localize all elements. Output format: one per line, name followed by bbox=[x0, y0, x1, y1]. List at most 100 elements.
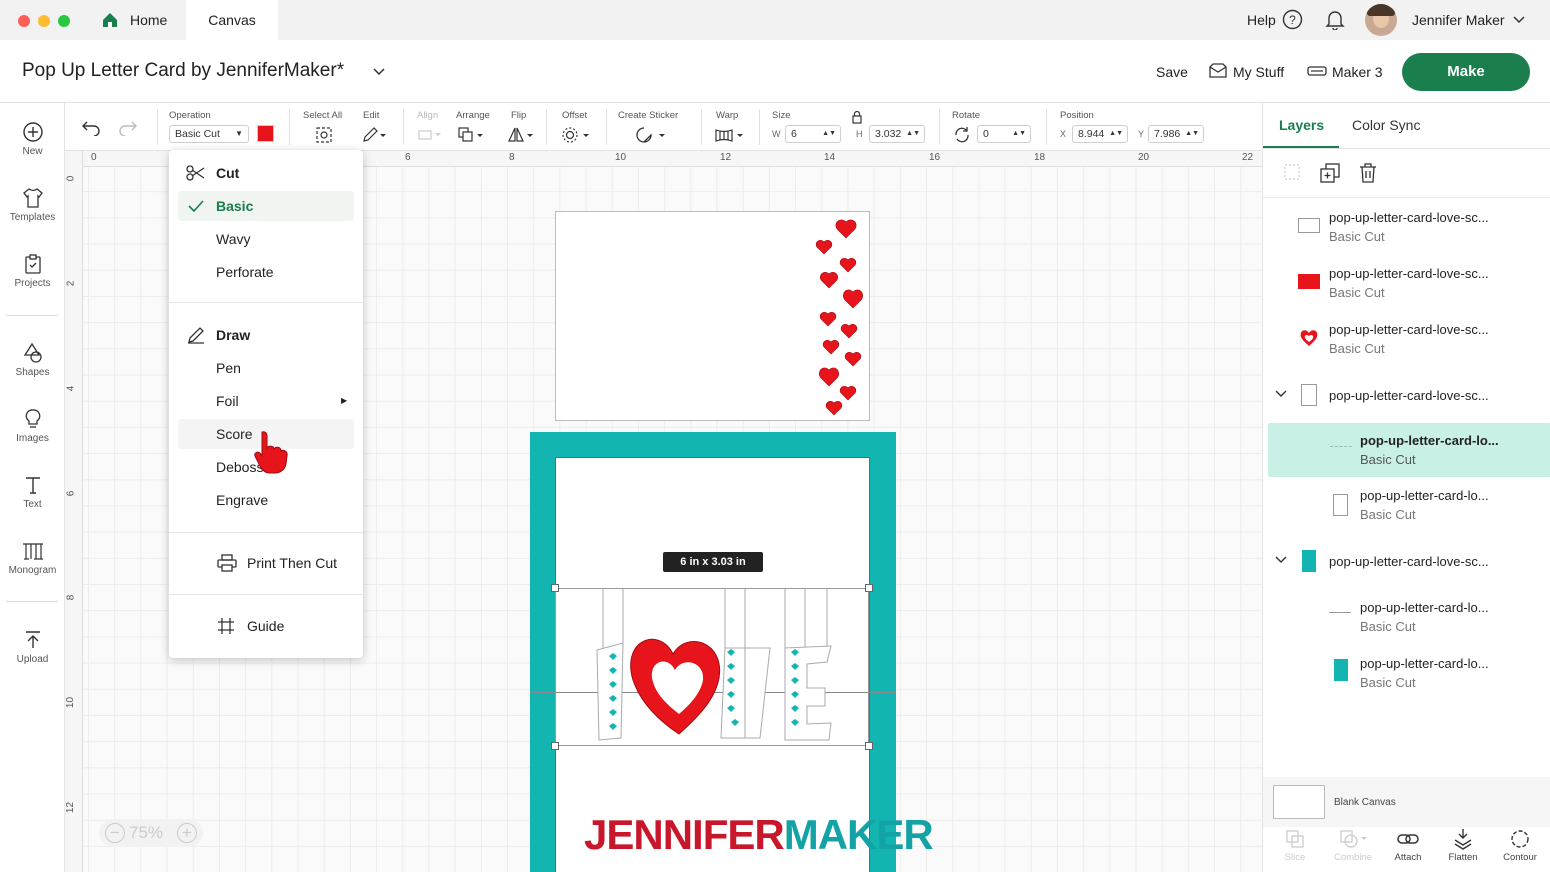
ruler-tick: 12 bbox=[720, 152, 732, 163]
hearts-cluster bbox=[815, 219, 863, 416]
blank-canvas-row[interactable]: Blank Canvas bbox=[1263, 777, 1550, 827]
menu-item-label: Perforate bbox=[216, 264, 274, 280]
resize-handle[interactable] bbox=[551, 742, 559, 750]
position-x-value: 8.944 bbox=[1078, 128, 1105, 140]
duplicate-icon[interactable] bbox=[1320, 163, 1340, 183]
minimize-window-button[interactable] bbox=[38, 15, 50, 27]
close-window-button[interactable] bbox=[18, 15, 30, 27]
operation-color-swatch[interactable] bbox=[257, 125, 274, 142]
tab-color-sync[interactable]: Color Sync bbox=[1352, 117, 1420, 133]
tab-canvas[interactable]: Canvas bbox=[186, 0, 278, 40]
layer-group-row[interactable]: pop-up-letter-card-love-sc... bbox=[1263, 537, 1550, 593]
lock-icon[interactable] bbox=[851, 110, 863, 124]
save-button[interactable]: Save bbox=[1156, 64, 1188, 80]
layer-row[interactable]: pop-up-letter-card-love-sc... Basic Cut bbox=[1263, 259, 1550, 315]
menu-item-perforate[interactable]: Perforate bbox=[169, 257, 363, 287]
operation-select[interactable]: Basic Cut ▼ bbox=[169, 125, 249, 143]
sidebar-item-shapes[interactable]: Shapes bbox=[0, 342, 65, 378]
sidebar-item-projects[interactable]: Projects bbox=[0, 253, 65, 289]
contour-button[interactable]: Contour bbox=[1491, 828, 1549, 863]
layer-row[interactable]: pop-up-letter-card-lo... Basic Cut bbox=[1263, 481, 1550, 537]
zoom-in-button[interactable]: + bbox=[177, 823, 197, 843]
resize-handle[interactable] bbox=[865, 742, 873, 750]
menu-item-pen[interactable]: Pen bbox=[169, 353, 363, 383]
attach-button[interactable]: Attach bbox=[1379, 828, 1437, 863]
height-input[interactable]: 3.032 ▲▼ bbox=[869, 125, 925, 143]
group-icon[interactable] bbox=[1283, 163, 1301, 181]
layer-name: pop-up-letter-card-love-sc... bbox=[1329, 266, 1489, 281]
sidebar-item-new[interactable]: New bbox=[0, 121, 65, 157]
flatten-button[interactable]: Flatten bbox=[1434, 828, 1492, 863]
sidebar-item-images[interactable]: Images bbox=[0, 408, 65, 444]
card-top-panel[interactable] bbox=[555, 211, 870, 421]
align-icon[interactable] bbox=[417, 127, 443, 143]
slice-icon bbox=[1286, 830, 1304, 848]
user-name[interactable]: Jennifer Maker bbox=[1412, 12, 1505, 28]
layer-operation: Basic Cut bbox=[1329, 285, 1385, 300]
zoom-control: − 75% + bbox=[99, 819, 203, 847]
offset-icon[interactable] bbox=[561, 126, 591, 144]
menu-item-engrave[interactable]: Engrave bbox=[169, 485, 363, 515]
sidebar-item-label: Upload bbox=[16, 654, 49, 665]
sidebar-item-templates[interactable]: Templates bbox=[0, 187, 65, 223]
layer-row-selected[interactable]: pop-up-letter-card-lo... Basic Cut bbox=[1268, 423, 1550, 477]
layer-row[interactable]: pop-up-letter-card-love-sc... Basic Cut bbox=[1263, 315, 1550, 371]
menu-item-print-then-cut[interactable]: Print Then Cut bbox=[169, 548, 363, 578]
layer-row[interactable]: pop-up-letter-card-lo... Basic Cut bbox=[1263, 649, 1550, 705]
help-icon[interactable]: ? bbox=[1282, 9, 1303, 30]
sticker-icon[interactable] bbox=[635, 126, 667, 144]
chevron-down-icon[interactable] bbox=[1275, 555, 1287, 565]
make-button[interactable]: Make bbox=[1402, 53, 1530, 91]
chevron-down-icon[interactable] bbox=[1512, 13, 1526, 27]
layer-name: pop-up-letter-card-love-sc... bbox=[1329, 388, 1489, 403]
machine-button[interactable]: Maker 3 bbox=[1332, 64, 1383, 80]
menu-item-basic[interactable]: Basic bbox=[178, 191, 354, 221]
redo-icon[interactable] bbox=[118, 120, 138, 136]
bell-icon[interactable] bbox=[1325, 9, 1345, 30]
trash-icon[interactable] bbox=[1359, 163, 1377, 183]
project-title[interactable]: Pop Up Letter Card by JenniferMaker* bbox=[22, 60, 344, 82]
arrange-icon[interactable] bbox=[457, 126, 485, 144]
rotate-input[interactable]: 0 ▲▼ bbox=[977, 125, 1031, 143]
menu-item-foil[interactable]: Foil ▶ bbox=[169, 386, 363, 416]
zoom-out-button[interactable]: − bbox=[105, 823, 125, 843]
edit-pencil-icon[interactable] bbox=[361, 126, 387, 144]
flatten-icon bbox=[1454, 829, 1472, 850]
sidebar-item-text[interactable]: Text bbox=[0, 474, 65, 510]
ruler-tick: 4 bbox=[65, 385, 77, 392]
menu-item-guide[interactable]: Guide bbox=[169, 611, 363, 641]
sidebar-item-upload[interactable]: Upload bbox=[0, 629, 65, 665]
help-link[interactable]: Help bbox=[1247, 12, 1276, 28]
maximize-window-button[interactable] bbox=[58, 15, 70, 27]
clipboard-icon bbox=[24, 254, 41, 274]
operation-label: Operation bbox=[169, 110, 211, 121]
my-stuff-button[interactable]: My Stuff bbox=[1233, 64, 1284, 80]
rotate-icon[interactable] bbox=[953, 126, 971, 144]
resize-handle[interactable] bbox=[865, 584, 873, 592]
love-popup-design[interactable] bbox=[595, 588, 835, 746]
warp-icon[interactable] bbox=[714, 126, 746, 144]
resize-handle[interactable] bbox=[551, 584, 559, 592]
tab-layers[interactable]: Layers bbox=[1279, 117, 1324, 133]
layer-row[interactable]: pop-up-letter-card-lo... Basic Cut bbox=[1263, 593, 1550, 649]
layer-row[interactable]: pop-up-letter-card-love-sc... Basic Cut bbox=[1263, 203, 1550, 259]
select-all-icon[interactable] bbox=[315, 126, 333, 144]
width-input[interactable]: 6 ▲▼ bbox=[785, 125, 841, 143]
slice-button[interactable]: Slice bbox=[1266, 828, 1324, 863]
combine-button[interactable]: Combine bbox=[1324, 828, 1382, 863]
avatar[interactable] bbox=[1365, 4, 1397, 36]
layer-group-row[interactable]: pop-up-letter-card-love-sc... bbox=[1263, 371, 1550, 427]
tab-home[interactable]: Home bbox=[100, 0, 184, 40]
chevron-down-icon[interactable] bbox=[372, 66, 386, 78]
chevron-down-icon[interactable] bbox=[1275, 389, 1287, 399]
arrange-label: Arrange bbox=[456, 110, 490, 121]
title-bar: Home Canvas Help ? Jennifer Maker bbox=[0, 0, 1550, 40]
flip-icon[interactable] bbox=[507, 126, 535, 144]
position-y-input[interactable]: 7.986 ▲▼ bbox=[1148, 125, 1204, 143]
sidebar-item-monogram[interactable]: Monogram bbox=[0, 540, 65, 576]
undo-icon[interactable] bbox=[81, 120, 101, 136]
menu-item-wavy[interactable]: Wavy bbox=[169, 224, 363, 254]
ruler-tick: 14 bbox=[824, 152, 836, 163]
sidebar-item-label: Shapes bbox=[15, 367, 50, 378]
position-x-input[interactable]: 8.944 ▲▼ bbox=[1072, 125, 1128, 143]
